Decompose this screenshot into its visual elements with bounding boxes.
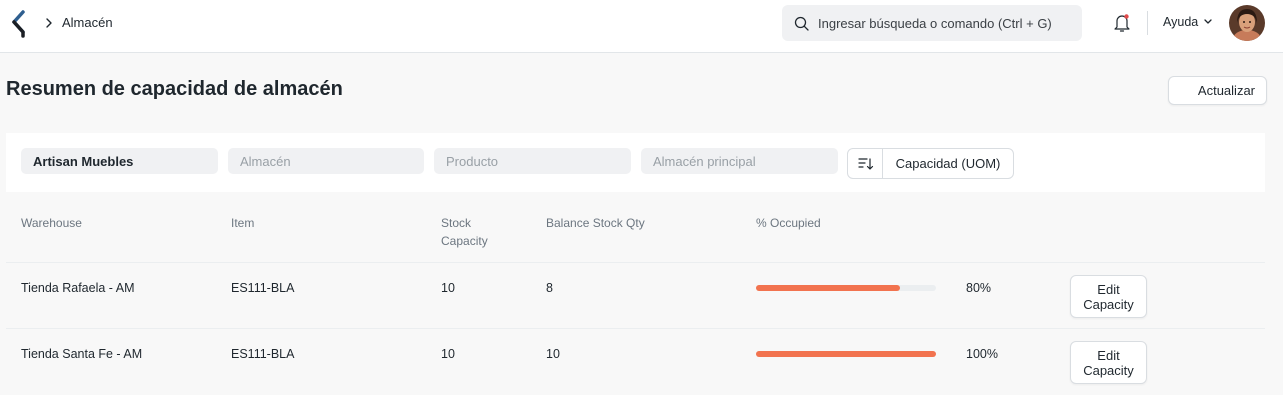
help-dropdown[interactable]: Ayuda (1163, 15, 1213, 29)
parent-warehouse-filter[interactable] (641, 148, 838, 174)
edit-capacity-button[interactable]: Edit Capacity (1070, 275, 1147, 318)
search-bar[interactable] (782, 5, 1082, 41)
cell-occupied-percent: 100% (966, 347, 998, 361)
occupied-progress-bar (756, 285, 936, 291)
help-label: Ayuda (1163, 15, 1199, 29)
sort-by-button[interactable]: Capacidad (UOM) (883, 149, 1013, 178)
cell-item[interactable]: ES111-BLA (231, 347, 294, 361)
table-row: Tienda Rafaela - AM ES111-BLA 10 8 80% E… (6, 262, 1265, 328)
refresh-button[interactable]: Actualizar (1168, 76, 1267, 105)
search-icon (794, 16, 809, 31)
table-row: Tienda Santa Fe - AM ES111-BLA 10 10 100… (6, 328, 1265, 394)
navbar: Almacén Ayuda (0, 0, 1283, 53)
cell-stock-capacity: 10 (441, 281, 455, 295)
cell-stock-capacity: 10 (441, 347, 455, 361)
cell-balance-qty: 10 (546, 347, 560, 361)
occupied-progress-fill (756, 285, 900, 291)
avatar[interactable] (1229, 5, 1265, 41)
bell-icon[interactable] (1113, 13, 1131, 33)
navbar-divider (1147, 11, 1148, 35)
cell-warehouse[interactable]: Tienda Rafaela - AM (21, 281, 134, 295)
cell-occupied-percent: 80% (966, 281, 992, 295)
occupied-progress-fill (756, 351, 936, 357)
search-input[interactable] (818, 5, 1078, 41)
page-title: Resumen de capacidad de almacén (6, 78, 343, 100)
cell-item[interactable]: ES111-BLA (231, 281, 294, 295)
column-header-stock-capacity[interactable]: Stock Capacity (441, 214, 488, 250)
column-header-balance-qty[interactable]: Balance Stock Qty (546, 214, 645, 232)
item-filter[interactable] (434, 148, 631, 174)
chevron-right-icon (46, 18, 52, 28)
column-header-item[interactable]: Item (231, 214, 254, 232)
capacity-report: Warehouse Item Stock Capacity Balance St… (6, 200, 1265, 395)
warehouse-filter[interactable] (228, 148, 424, 174)
cell-balance-qty: 8 (546, 281, 553, 295)
sort-order-button[interactable] (848, 149, 883, 178)
occupied-progress-bar (756, 351, 936, 357)
column-header-warehouse[interactable]: Warehouse (21, 214, 82, 232)
chevron-down-icon (1204, 19, 1212, 24)
sort-selector: Capacidad (UOM) (847, 148, 1014, 179)
column-header-occupied[interactable]: % Occupied (756, 214, 821, 232)
cell-warehouse[interactable]: Tienda Santa Fe - AM (21, 347, 142, 361)
app-logo-icon[interactable] (10, 10, 28, 38)
company-filter[interactable] (21, 148, 218, 174)
breadcrumb-almacen[interactable]: Almacén (62, 15, 113, 30)
filter-bar: Capacidad (UOM) (6, 133, 1265, 192)
sort-descending-icon (858, 158, 874, 170)
avatar-image (1229, 5, 1265, 41)
edit-capacity-button[interactable]: Edit Capacity (1070, 341, 1147, 384)
